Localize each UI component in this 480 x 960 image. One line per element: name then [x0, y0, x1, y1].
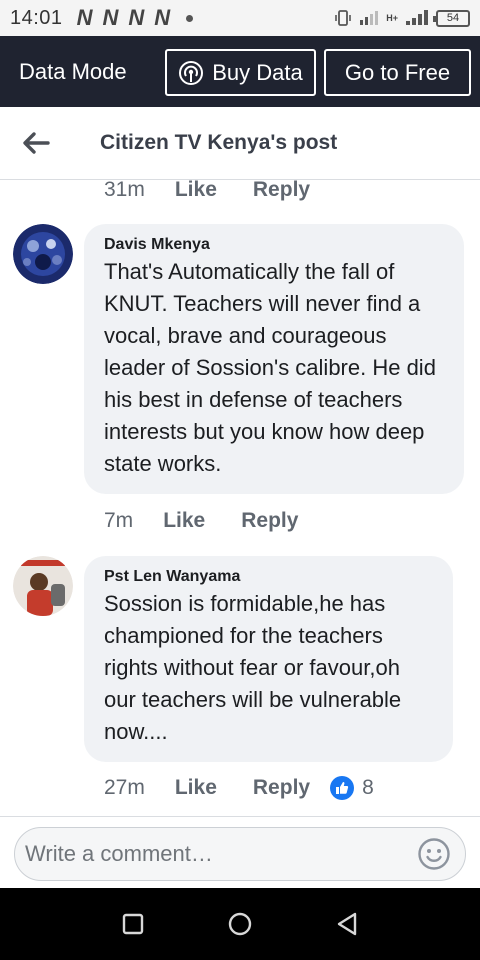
like-button[interactable]: Like — [175, 178, 217, 202]
notification-n-icon: N — [128, 5, 145, 30]
reaction-count: 8 — [362, 776, 374, 799]
battery-level: 54 — [446, 12, 460, 24]
buy-data-label: Buy Data — [212, 59, 303, 85]
comment-bubble[interactable]: Pst Len Wanyama Sossion is formidable,he… — [84, 556, 453, 762]
comment-time: 7m — [104, 509, 134, 532]
status-time: 14:01 — [10, 6, 63, 29]
like-reaction-icon — [330, 776, 355, 800]
status-indicators: H+ 54 — [334, 9, 470, 27]
home-circle-icon — [228, 912, 252, 936]
network-type-label: H+ — [386, 13, 398, 23]
comment-composer[interactable] — [14, 827, 466, 881]
data-mode-bar: Data Mode Buy Data Go to Free — [0, 36, 480, 107]
comment-composer-area — [0, 816, 480, 888]
comment-meta: 27m Like Reply 8 — [104, 776, 374, 800]
page-title: Citizen TV Kenya's post — [100, 131, 338, 154]
comment-meta: 7m Like Reply — [104, 509, 298, 533]
recents-square-icon — [123, 913, 144, 935]
reply-button[interactable]: Reply — [253, 178, 310, 202]
go-to-free-label: Go to Free — [344, 59, 451, 85]
home-button[interactable] — [224, 908, 256, 940]
like-button[interactable]: Like — [175, 776, 217, 800]
like-button[interactable]: Like — [163, 509, 205, 533]
go-to-free-button[interactable]: Go to Free — [324, 49, 471, 96]
avatar[interactable] — [13, 224, 73, 284]
comment-bubble[interactable]: Davis Mkenya That's Automatically the fa… — [84, 224, 464, 494]
avatar[interactable] — [13, 556, 73, 616]
reply-button[interactable]: Reply — [253, 776, 310, 800]
comment-text: That's Automatically the fall of KNUT. T… — [104, 259, 436, 476]
signal-1-icon — [360, 11, 379, 25]
back-arrow-icon — [23, 132, 50, 154]
notification-icons: N N N N — [77, 5, 194, 31]
post-header: Citizen TV Kenya's post — [0, 107, 480, 180]
back-triangle-icon — [337, 912, 356, 936]
previous-comment-meta: 31m Like Reply — [104, 178, 310, 202]
comment-text: Sossion is formidable,he has championed … — [104, 591, 402, 744]
emoji-icon[interactable] — [417, 837, 451, 871]
comment-input[interactable] — [25, 841, 417, 867]
notification-n-icon: N — [154, 5, 171, 30]
more-notifications-dot-icon — [186, 14, 194, 22]
notification-n-icon: N — [76, 5, 93, 30]
system-navigation-bar — [0, 888, 480, 960]
back-button[interactable] — [20, 127, 52, 159]
status-bar: 14:01 N N N N H+ 54 — [0, 0, 480, 36]
reply-button[interactable]: Reply — [241, 509, 298, 533]
buy-data-button[interactable]: Buy Data — [165, 49, 316, 96]
signal-2-icon — [406, 10, 428, 25]
reaction-summary[interactable]: 8 — [330, 776, 374, 800]
back-nav-button[interactable] — [331, 908, 363, 940]
vibrate-icon — [335, 10, 352, 26]
comment-author[interactable]: Davis Mkenya — [104, 236, 444, 254]
recents-button[interactable] — [117, 908, 149, 940]
comment-author[interactable]: Pst Len Wanyama — [104, 568, 433, 586]
broadcast-icon — [179, 60, 204, 85]
comment-time: 27m — [104, 776, 145, 799]
data-mode-label: Data Mode — [19, 58, 127, 84]
battery-icon: 54 — [433, 9, 470, 27]
notification-n-icon: N — [102, 5, 119, 30]
comment-time: 31m — [104, 178, 145, 201]
